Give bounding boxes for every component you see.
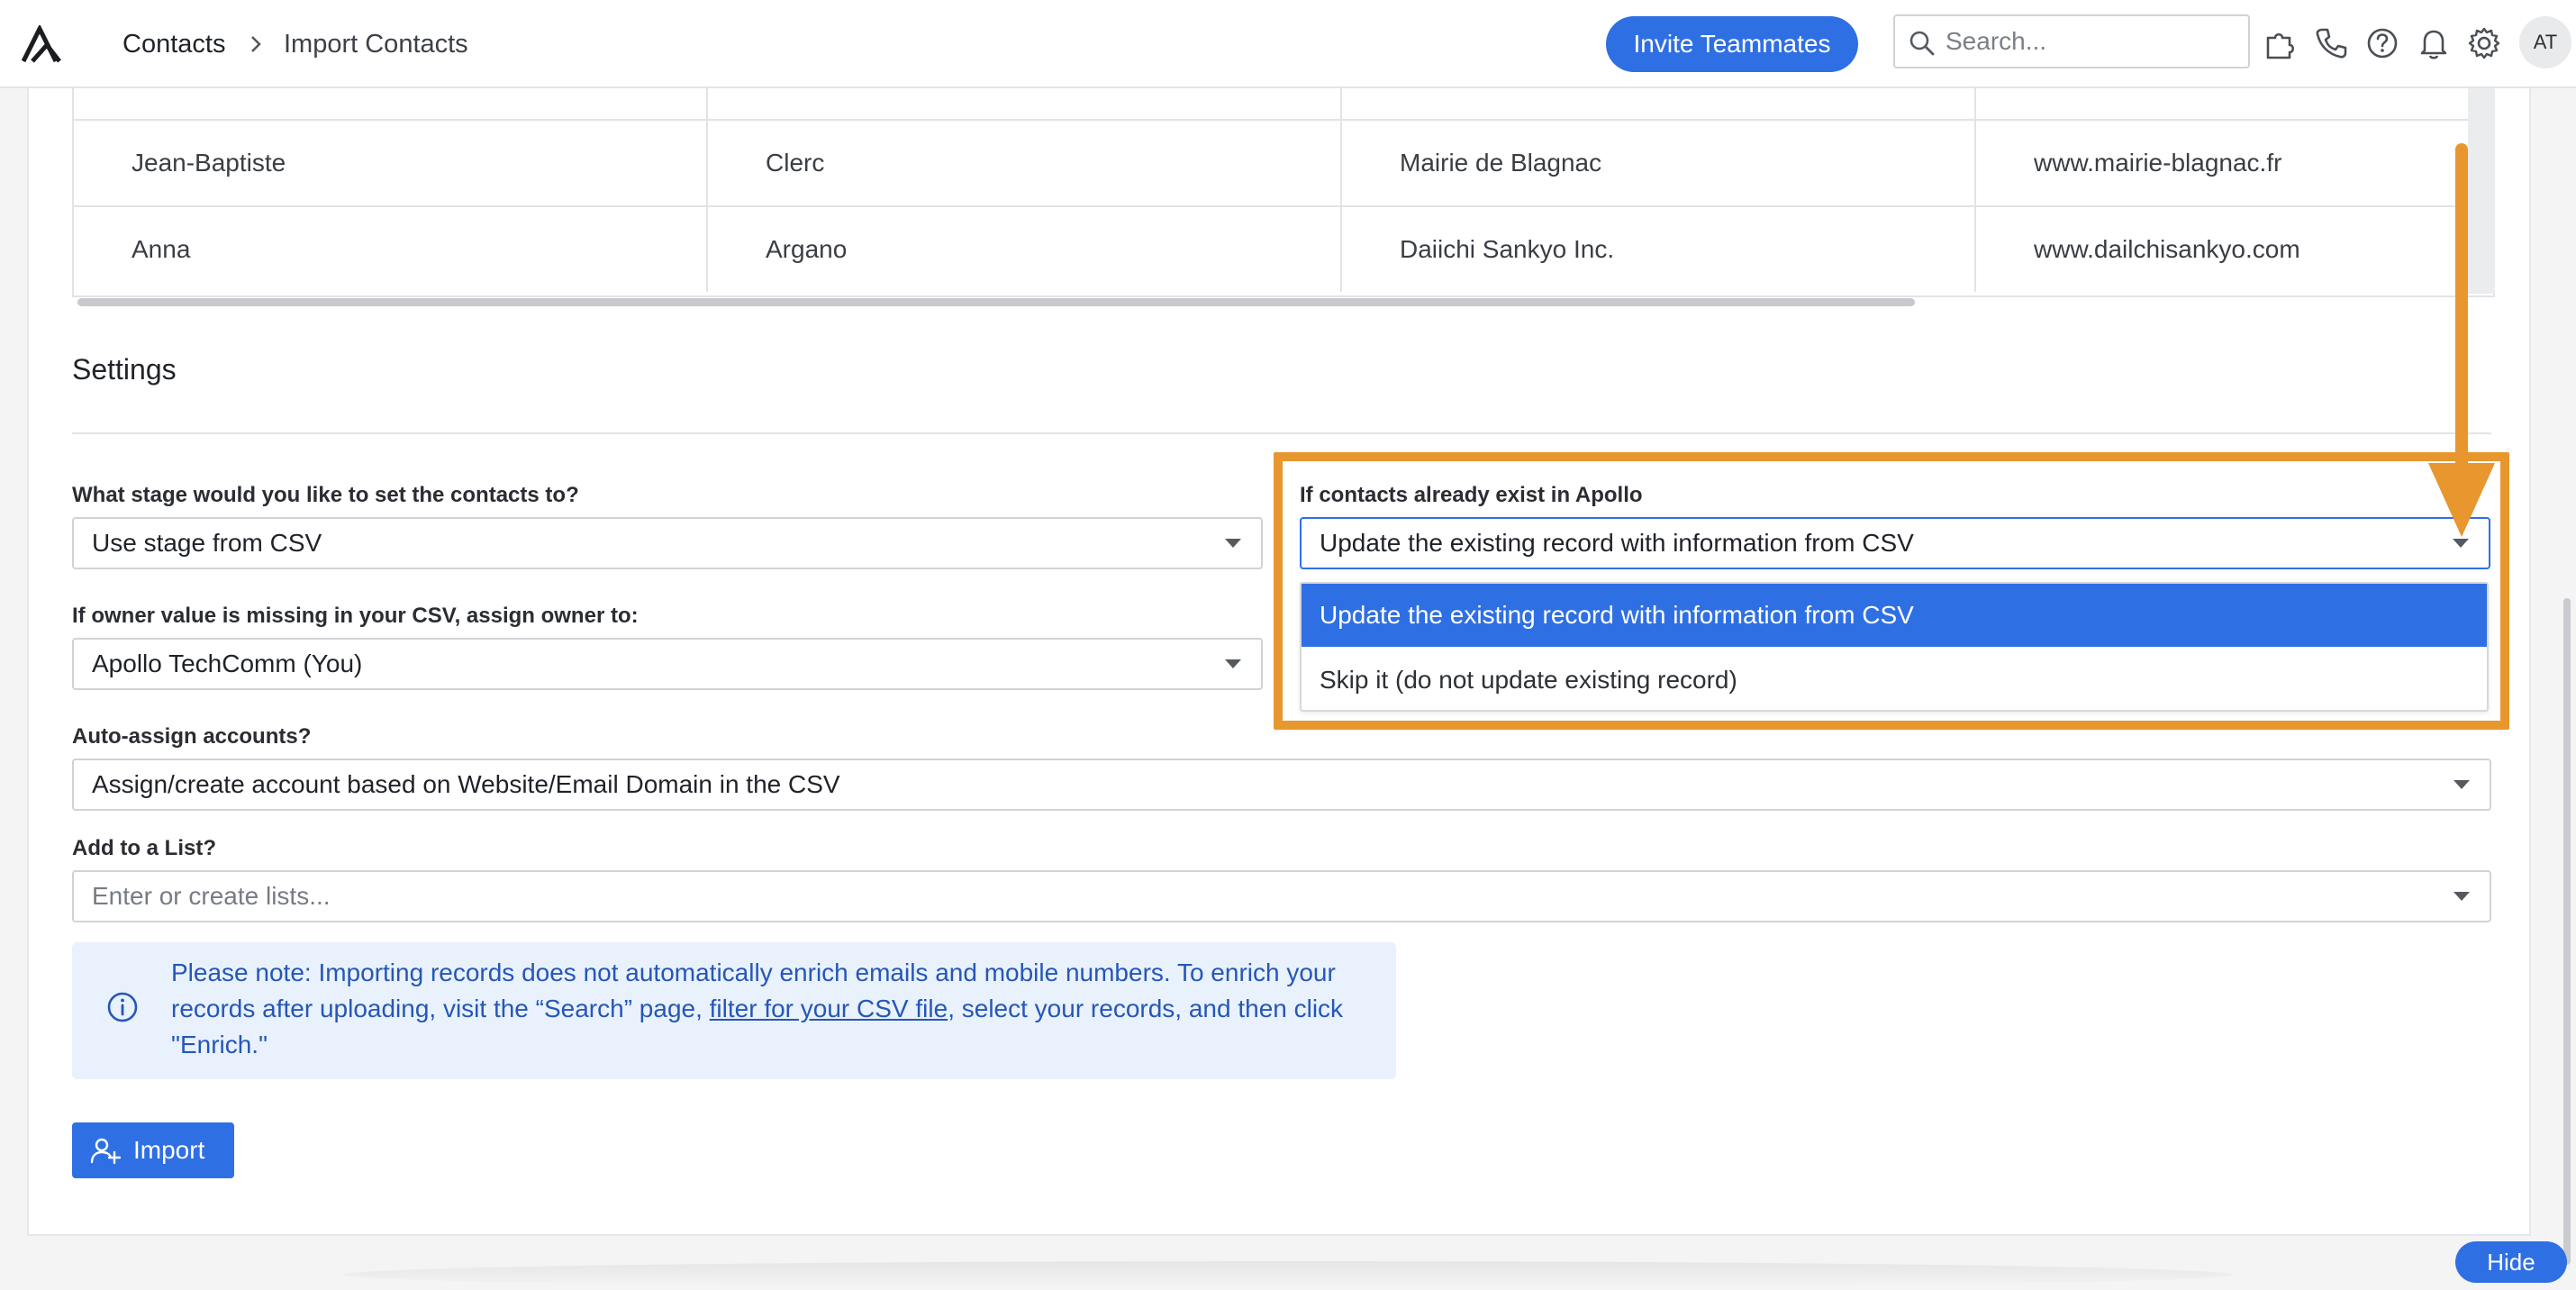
info-icon — [107, 992, 138, 1022]
apollo-logo-icon[interactable] — [20, 25, 63, 63]
hide-button[interactable]: Hide — [2455, 1241, 2567, 1283]
puzzle-icon[interactable] — [2263, 25, 2299, 61]
stage-select[interactable]: Use stage from CSV — [72, 517, 1263, 569]
top-bar: Contacts Import Contacts Invite Teammate… — [0, 0, 2576, 88]
settings-heading: Settings — [72, 353, 177, 386]
table-cell: www.dailchisankyo.com — [2034, 235, 2300, 263]
caret-down-icon — [2454, 780, 2470, 789]
chevron-right-icon — [251, 36, 261, 52]
stage-select-value: Use stage from CSV — [92, 529, 322, 557]
bell-icon[interactable] — [2416, 25, 2452, 61]
table-cell: Anna — [74, 207, 708, 292]
caret-down-icon — [2454, 892, 2470, 901]
import-button-label: Import — [133, 1136, 205, 1164]
divider — [72, 432, 2491, 434]
import-button[interactable]: Import — [72, 1122, 234, 1178]
invite-teammates-button[interactable]: Invite Teammates — [1606, 16, 1858, 72]
add-user-icon — [90, 1138, 121, 1165]
owner-select[interactable]: Apollo TechComm (You) — [72, 638, 1263, 690]
table-row: Anna Argano Daiichi Sankyo Inc. www.dail… — [74, 205, 2470, 292]
add-to-list-label: Add to a List? — [72, 836, 216, 860]
phone-icon[interactable] — [2313, 25, 2349, 61]
table-row: Jean-Baptiste Clerc Mairie de Blagnac ww… — [74, 119, 2470, 205]
page-scrollbar[interactable] — [2563, 598, 2571, 1265]
search-box[interactable] — [1893, 14, 2250, 68]
table-cell: Clerc — [708, 121, 1342, 205]
help-icon[interactable] — [2364, 25, 2400, 61]
auto-assign-accounts-value: Assign/create account based on Website/E… — [92, 770, 840, 798]
table-horizontal-scrollbar[interactable] — [77, 298, 1915, 306]
caret-down-icon — [1225, 659, 1241, 668]
table-row — [74, 88, 2470, 119]
highlight-annotation-box — [1274, 452, 2509, 730]
add-to-list-placeholder: Enter or create lists... — [92, 882, 331, 910]
arrow-down-annotation-icon — [2428, 143, 2495, 537]
search-icon — [1909, 31, 1935, 56]
table-cell: Jean-Baptiste — [74, 121, 708, 205]
footer-shadow — [342, 1261, 2234, 1288]
auto-assign-accounts-label: Auto-assign accounts? — [72, 724, 312, 749]
breadcrumb-contacts[interactable]: Contacts — [122, 27, 225, 61]
owner-select-value: Apollo TechComm (You) — [92, 650, 363, 677]
owner-label: If owner value is missing in your CSV, a… — [72, 604, 639, 628]
table-cell: www.mairie-blagnac.fr — [2034, 149, 2282, 177]
stage-label: What stage would you like to set the con… — [72, 483, 579, 507]
enrich-info-note: Please note: Importing records does not … — [72, 942, 1396, 1079]
add-to-list-select[interactable]: Enter or create lists... — [72, 870, 2491, 922]
note-text: Please note: Importing records does not … — [171, 958, 1344, 1058]
settings-gear-icon[interactable] — [2466, 25, 2502, 61]
breadcrumb-import-contacts: Import Contacts — [284, 30, 468, 59]
caret-down-icon — [1225, 539, 1241, 548]
auto-assign-accounts-select[interactable]: Assign/create account based on Website/E… — [72, 759, 2491, 811]
filter-csv-link[interactable]: filter for your CSV file — [710, 995, 948, 1022]
table-cell: Argano — [708, 207, 1342, 292]
search-input[interactable] — [1946, 16, 2243, 67]
csv-preview-table: Jean-Baptiste Clerc Mairie de Blagnac ww… — [72, 88, 2495, 297]
table-cell: Daiichi Sankyo Inc. — [1342, 207, 1976, 292]
user-avatar[interactable]: AT — [2519, 16, 2571, 68]
table-cell: Mairie de Blagnac — [1342, 121, 1976, 205]
